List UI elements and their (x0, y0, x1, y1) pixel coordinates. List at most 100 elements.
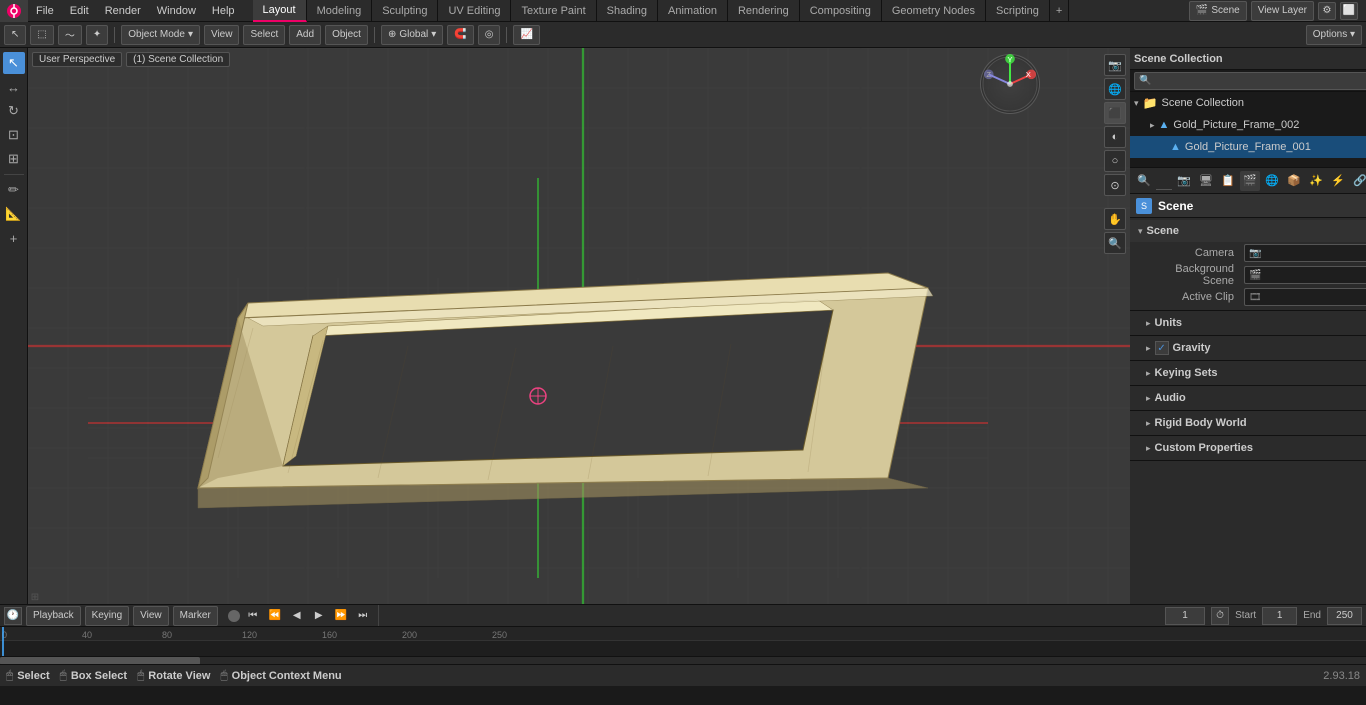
start-frame-input[interactable] (1262, 607, 1297, 625)
realtime-btn[interactable]: ⏱ (1211, 607, 1229, 625)
custom-props-header[interactable]: ▸ Custom Properties (1130, 438, 1366, 458)
tab-animation[interactable]: Animation (658, 0, 728, 22)
play-btn[interactable]: ▶ (310, 607, 328, 625)
tool-scale[interactable]: ⊡ (3, 124, 25, 146)
outliner-frame-001[interactable]: ▲ Gold_Picture_Frame_001 👁 ⊙ 📷 (1130, 136, 1366, 158)
tool-transform[interactable]: ⊞ (3, 148, 25, 170)
corner-resize-handle[interactable]: ⊞ (30, 592, 40, 602)
playback-record-btn[interactable] (228, 610, 240, 622)
snap-btn[interactable]: 🧲 (447, 25, 473, 45)
tab-compositing[interactable]: Compositing (800, 0, 882, 22)
rigid-body-header[interactable]: ▸ Rigid Body World (1130, 413, 1366, 433)
view-render-btn[interactable]: 🌐 (1104, 78, 1126, 100)
prop-tab-render[interactable]: 📷 (1174, 171, 1194, 191)
transform-selector[interactable]: ⊕ Global ▾ (381, 25, 443, 45)
view-zoom[interactable]: 🔍 (1104, 232, 1126, 254)
gravity-header[interactable]: ▸ Gravity (1130, 338, 1366, 358)
viewport-gizmo[interactable]: X Y Z (980, 54, 1060, 134)
add-menu[interactable]: Add (289, 25, 321, 45)
scene-section-header[interactable]: S Scene ⚙ (1130, 194, 1366, 218)
prop-tab-view-layer[interactable]: 📋 (1218, 171, 1238, 191)
play-reverse-btn[interactable]: ◀ (288, 607, 306, 625)
options-btn[interactable]: Options ▾ (1306, 25, 1362, 45)
menu-render[interactable]: Render (97, 0, 149, 22)
view-hand[interactable]: ✋ (1104, 208, 1126, 230)
timeline-track[interactable]: 0 40 80 120 160 200 250 (0, 627, 1366, 664)
camera-value[interactable]: 📷 ✏ (1244, 244, 1366, 262)
tool-rotate[interactable]: ↻ (3, 100, 25, 122)
gravity-checkbox[interactable] (1155, 341, 1169, 355)
settings-btn[interactable]: ⚙ (1318, 2, 1336, 20)
object-mode-selector[interactable]: Object Mode ▾ (121, 25, 200, 45)
tool-cursor[interactable]: ↖ (3, 52, 25, 74)
sep3 (506, 27, 507, 43)
view-shading-material[interactable]: ◐ (1104, 126, 1126, 148)
view-shading-render[interactable]: ○ (1104, 150, 1126, 172)
tab-geometry-nodes[interactable]: Geometry Nodes (882, 0, 986, 22)
tool-box-select-btn[interactable]: ⬚ (30, 25, 53, 45)
tab-add[interactable]: + (1050, 0, 1069, 22)
tool-annotate[interactable]: ✏ (3, 179, 25, 201)
scene-sub-header[interactable]: ▾ Scene (1130, 220, 1366, 242)
prop-tab-particles[interactable]: ✨ (1306, 171, 1326, 191)
end-frame-input[interactable] (1327, 607, 1362, 625)
viewport-3d[interactable]: User Perspective (1) Scene Collection 📷 … (28, 48, 1130, 604)
view-overlay[interactable]: ⊙ (1104, 174, 1126, 196)
units-header[interactable]: ▸ Units (1130, 313, 1366, 333)
jump-start-btn[interactable]: ⏮ (244, 607, 262, 625)
keying-sets-header[interactable]: ▸ Keying Sets (1130, 363, 1366, 383)
outliner-scene-collection[interactable]: ▾ 📁 Scene Collection 👁 ⊙ 📷 (1130, 92, 1366, 114)
prop-tab-object[interactable]: 📦 (1284, 171, 1304, 191)
proportional-btn[interactable]: ◎ (478, 25, 501, 45)
tab-texture-paint[interactable]: Texture Paint (511, 0, 596, 22)
tab-scripting[interactable]: Scripting (986, 0, 1050, 22)
view-camera-btn[interactable]: 📷 (1104, 54, 1126, 76)
outliner-search-input[interactable] (1134, 72, 1366, 90)
view-shading-solid[interactable]: ⬛ (1104, 102, 1126, 124)
outliner-frame-002[interactable]: ▸ ▲ Gold_Picture_Frame_002 👁 ⊙ 📷 (1130, 114, 1366, 136)
playback-menu[interactable]: Playback (26, 606, 81, 626)
menu-file[interactable]: File (28, 0, 62, 22)
prev-frame-btn[interactable]: ⏪ (266, 607, 284, 625)
menu-edit[interactable]: Edit (62, 0, 97, 22)
keying-menu[interactable]: Keying (85, 606, 130, 626)
graph-btn[interactable]: 📈 (513, 25, 539, 45)
view-menu-tl[interactable]: View (133, 606, 169, 626)
current-frame-input[interactable] (1165, 607, 1205, 625)
tab-rendering[interactable]: Rendering (728, 0, 800, 22)
tool-move[interactable]: ↔ (3, 76, 25, 98)
tool-extra-btn[interactable]: ✦ (86, 25, 108, 45)
tool-lasso-btn[interactable]: 〜 (58, 25, 82, 45)
prop-tab-physics[interactable]: ⚡ (1328, 171, 1348, 191)
view-layer-selector[interactable]: View Layer (1251, 1, 1314, 21)
next-frame-btn[interactable]: ⏩ (332, 607, 350, 625)
menu-window[interactable]: Window (149, 0, 204, 22)
prop-tab-constraint[interactable]: 🔗 (1350, 171, 1366, 191)
tab-shading[interactable]: Shading (597, 0, 658, 22)
menu-help[interactable]: Help (204, 0, 243, 22)
tab-sculpting[interactable]: Sculpting (372, 0, 438, 22)
prop-tab-search[interactable]: 🔍 (1134, 171, 1154, 191)
prop-tab-output[interactable]: 🖥 (1196, 171, 1216, 191)
tool-add[interactable]: + (3, 227, 25, 249)
tool-measure[interactable]: 📐 (3, 203, 25, 225)
active-clip-value[interactable]: 🎞 (1244, 288, 1366, 306)
select-menu[interactable]: Select (243, 25, 285, 45)
audio-header[interactable]: ▸ Audio (1130, 388, 1366, 408)
tab-modeling[interactable]: Modeling (307, 0, 373, 22)
tab-layout[interactable]: Layout (253, 0, 307, 22)
view-menu[interactable]: View (204, 25, 240, 45)
timeline-scroll-thumb[interactable] (0, 657, 200, 664)
scene-selector[interactable]: 🎬 Scene (1189, 1, 1247, 21)
maximize-btn[interactable]: ⬜ (1340, 2, 1358, 20)
timeline-type-btn[interactable]: 🕐 (4, 607, 22, 625)
background-scene-value[interactable]: 🎬 (1244, 266, 1366, 284)
prop-tab-scene[interactable]: 🎬 (1240, 171, 1260, 191)
marker-menu[interactable]: Marker (173, 606, 218, 626)
object-menu[interactable]: Object (325, 25, 368, 45)
tool-select-btn[interactable]: ↖ (4, 25, 26, 45)
jump-end-btn[interactable]: ⏭ (354, 607, 372, 625)
prop-tab-world[interactable]: 🌐 (1262, 171, 1282, 191)
tab-uv-editing[interactable]: UV Editing (438, 0, 511, 22)
timeline-scrollbar[interactable] (0, 656, 1366, 664)
